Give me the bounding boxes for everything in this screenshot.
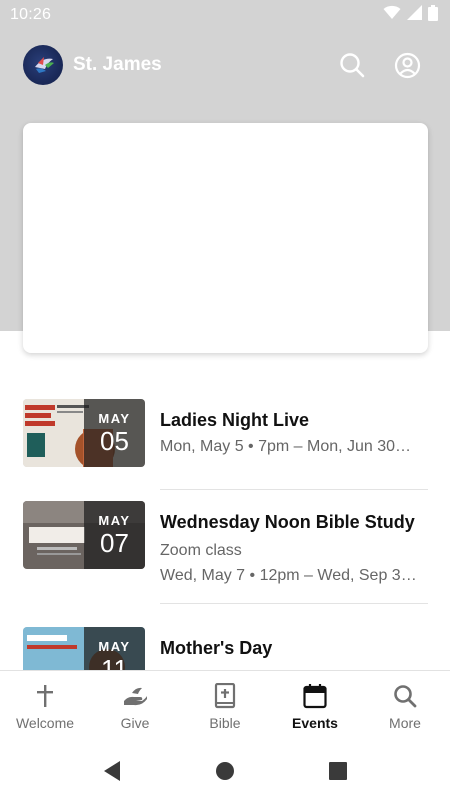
event-month: MAY [98, 512, 131, 528]
event-title: Mother's Day [160, 638, 273, 658]
church-logo[interactable] [23, 45, 63, 85]
signal-icon [407, 5, 422, 25]
event-item[interactable]: MAY 05 Ladies Night Live Mon, May 5 • 7p… [0, 388, 450, 490]
app-screen: 10:26 St. James MAY 05 Ladies Night Live… [0, 0, 450, 800]
event-day: 11 [101, 653, 128, 671]
system-navigation [0, 742, 450, 800]
nav-tab-events[interactable]: Events [270, 671, 360, 742]
event-datetime: Wed, May 7 • 12pm – Wed, Sep 3… [160, 567, 417, 584]
nav-tab-more[interactable]: More [360, 671, 450, 742]
event-thumbnail: MAY 11 [23, 627, 145, 670]
event-item[interactable]: MAY 07 Wednesday Noon Bible Study Zoom c… [0, 490, 450, 604]
nav-label: More [389, 714, 421, 731]
status-bar: 10:26 [0, 0, 450, 30]
event-title: Wednesday Noon Bible Study [160, 512, 415, 532]
account-icon[interactable] [393, 51, 421, 79]
back-icon[interactable] [100, 759, 124, 783]
nav-tab-give[interactable]: Give [90, 671, 180, 742]
nav-label: Bible [209, 714, 241, 731]
search-icon[interactable] [338, 51, 366, 79]
status-time: 10:26 [10, 6, 52, 23]
event-thumbnail: MAY 07 [23, 501, 145, 569]
event-day: 07 [100, 527, 129, 558]
bible-icon [212, 682, 238, 709]
event-month: MAY [98, 638, 131, 654]
nav-tab-welcome[interactable]: Welcome [0, 671, 90, 742]
nav-label: Events [292, 714, 338, 731]
event-thumbnail: MAY 05 [23, 399, 145, 467]
featured-card[interactable] [23, 123, 428, 353]
event-date-badge: MAY 05 [84, 399, 145, 467]
event-date-badge: MAY 11 [84, 627, 145, 670]
calendar-icon [302, 683, 328, 709]
nav-label: Give [120, 714, 150, 731]
event-list: MAY 05 Ladies Night Live Mon, May 5 • 7p… [0, 388, 450, 670]
event-datetime: Mon, May 5 • 7pm – Mon, Jun 30… [160, 438, 412, 455]
status-icons [383, 4, 438, 26]
search-icon [392, 683, 418, 709]
nav-tab-bible[interactable]: Bible [180, 671, 270, 742]
event-month: MAY [98, 410, 131, 426]
wifi-icon [383, 5, 401, 25]
nav-label: Welcome [15, 714, 75, 731]
bottom-navigation: Welcome Give Bible Events More [0, 670, 450, 742]
event-title: Ladies Night Live [160, 410, 310, 430]
event-location: Zoom class [160, 542, 242, 559]
divider [160, 603, 428, 604]
recents-icon[interactable] [326, 759, 350, 783]
event-day: 05 [100, 425, 129, 456]
give-hand-icon [122, 683, 148, 709]
church-name: St. James [73, 54, 162, 75]
home-icon[interactable] [213, 759, 237, 783]
cross-icon [32, 683, 58, 709]
app-header: St. James [0, 40, 450, 90]
event-date-badge: MAY 07 [84, 501, 145, 569]
event-item[interactable]: MAY 11 Mother's Day [0, 616, 450, 670]
battery-icon [428, 4, 438, 26]
